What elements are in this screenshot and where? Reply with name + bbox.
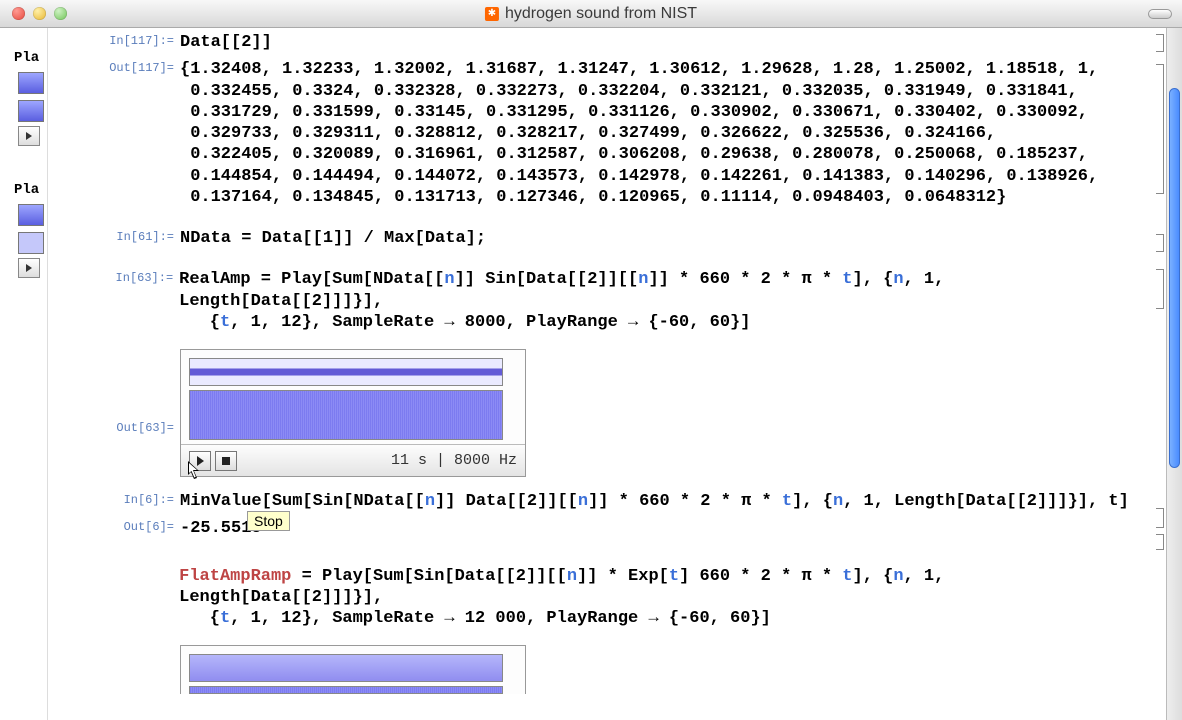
input-label: In[117]:= [48,32,180,48]
proxy-icon-button[interactable] [1148,9,1172,19]
audio-thumbnail[interactable] [18,100,44,122]
cell-bracket[interactable] [1156,269,1164,309]
notebook-content[interactable]: In[117]:= Data[[2]] Out[117]= {1.32408, … [48,28,1182,720]
audio-thumbnail[interactable] [18,72,44,94]
input-label [48,566,179,568]
input-label: In[6]:= [48,491,180,507]
window-titlebar: ✱ hydrogen sound from NIST [0,0,1182,28]
audio-thumbnail[interactable] [18,232,44,254]
traffic-lights [0,7,67,20]
window-title: ✱ hydrogen sound from NIST [485,5,697,23]
waveform-detail[interactable] [189,390,503,440]
output-label [48,645,180,647]
zoom-window-button[interactable] [54,7,67,20]
input-code[interactable]: NData = Data[[1]] / Max[Data]; [180,228,486,249]
audio-thumbnail[interactable] [18,204,44,226]
play-button-small[interactable] [18,258,40,278]
output-text[interactable]: {1.32408, 1.32233, 1.32002, 1.31687, 1.3… [180,59,1098,208]
cell-bracket[interactable] [1156,234,1164,252]
input-label: In[61]:= [48,228,180,244]
input-code[interactable]: RealAmp = Play[Sum[NData[[n]] Sin[Data[[… [179,269,1152,333]
cell-bracket[interactable] [1156,34,1164,52]
audio-info: 11 s | 8000 Hz [391,452,517,469]
tooltip: Stop [247,511,290,531]
close-window-button[interactable] [12,7,25,20]
input-code[interactable]: Data[[2]] [180,32,272,53]
cell-bracket[interactable] [1156,508,1164,528]
audio-player: 11 s | 8000 Hz [180,349,526,477]
cell-bracket[interactable] [1156,64,1164,194]
play-button[interactable] [189,451,211,471]
scrollbar-thumb[interactable] [1169,88,1180,468]
audio-player [180,645,526,694]
waveform-detail[interactable] [189,686,503,694]
gutter-label: Pla [0,46,47,66]
gutter-label: Pla [0,178,47,198]
input-code[interactable]: MinValue[Sum[Sin[NData[[n]] Data[[2]][[n… [180,491,1129,512]
input-code[interactable]: FlatAmpRamp = Play[Sum[Sin[Data[[2]][[n]… [179,566,1152,630]
stop-button[interactable] [215,451,237,471]
vertical-scrollbar[interactable] [1166,28,1182,720]
waveform-overview[interactable] [189,654,503,682]
output-label: Out[63]= [48,349,180,435]
section-gutter: Pla Pla [0,28,48,720]
output-label: Out[6]= [48,518,180,534]
output-label: Out[117]= [48,59,180,75]
play-button-small[interactable] [18,126,40,146]
mathematica-icon: ✱ [485,7,499,21]
cell-bracket[interactable] [1156,534,1164,550]
waveform-overview[interactable] [189,358,503,386]
input-label: In[63]:= [48,269,179,285]
minimize-window-button[interactable] [33,7,46,20]
window-title-text: hydrogen sound from NIST [505,5,697,23]
